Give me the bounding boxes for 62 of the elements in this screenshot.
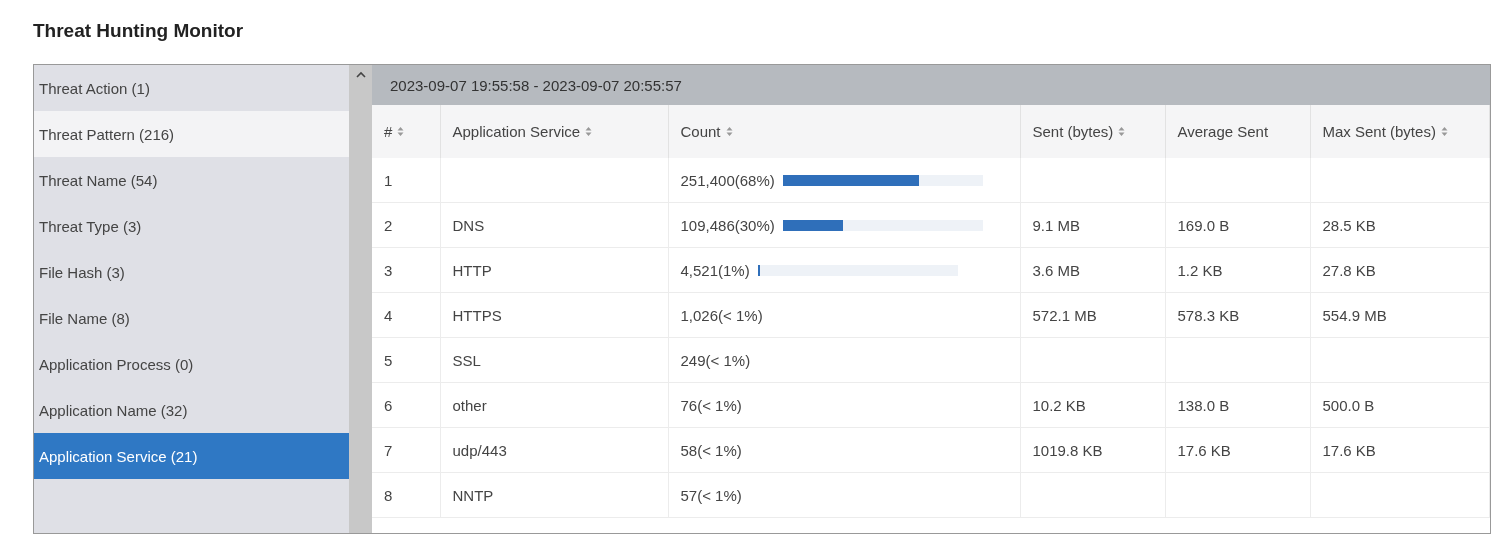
table-cell: 5 (384, 351, 393, 369)
table-cell: 8 (384, 486, 393, 504)
sort-icon[interactable] (585, 126, 593, 137)
sort-icon[interactable] (1440, 126, 1448, 137)
table-cell: udp/443 (452, 441, 507, 459)
column-header[interactable]: Average Sent (1165, 105, 1310, 158)
sidebar-item[interactable]: Threat Pattern (216) (34, 111, 349, 157)
table-cell: 27.8 KB (1322, 261, 1376, 279)
table-cell: DNS (452, 216, 485, 234)
table-cell: other (452, 396, 487, 414)
table-cell: 554.9 MB (1322, 306, 1387, 324)
column-header[interactable]: Sent (bytes) (1020, 105, 1165, 158)
scrollbar[interactable] (349, 65, 372, 533)
table-cell: 500.0 B (1322, 396, 1375, 414)
sidebar-item[interactable]: Threat Action (1) (34, 65, 349, 111)
table-cell: 138.0 B (1177, 396, 1230, 414)
table-cell: 4 (384, 306, 393, 324)
column-header[interactable]: Count (668, 105, 1020, 158)
table-cell: HTTPS (452, 306, 502, 324)
sidebar-item[interactable]: Threat Name (54) (34, 157, 349, 203)
table-cell: 3 (384, 261, 393, 279)
table-cell: 109,486(30%) (680, 216, 775, 234)
column-header[interactable]: Max Sent (bytes) (1310, 105, 1490, 158)
table-cell: 3.6 MB (1032, 261, 1081, 279)
table-cell: 6 (384, 396, 393, 414)
sidebar-item[interactable]: File Name (8) (34, 295, 349, 341)
table-cell: 17.6 KB (1177, 441, 1231, 459)
table-cell: 572.1 MB (1032, 306, 1097, 324)
sidebar-item[interactable]: File Hash (3) (34, 249, 349, 295)
table-cell: 1.2 KB (1177, 261, 1223, 279)
table-cell: 28.5 KB (1322, 216, 1376, 234)
table-cell: 10.2 KB (1032, 396, 1086, 414)
table-cell: 58(< 1%) (680, 441, 742, 459)
sort-icon[interactable] (725, 126, 733, 137)
table-cell: NNTP (452, 486, 494, 504)
sidebar-item[interactable]: Application Name (32) (34, 387, 349, 433)
table-cell: 251,400(68%) (680, 171, 775, 189)
table-cell: HTTP (452, 261, 492, 279)
sort-icon[interactable] (1118, 126, 1126, 137)
table-cell: 249(< 1%) (680, 351, 751, 369)
page-title: Threat Hunting Monitor (33, 20, 245, 42)
sidebar-item[interactable]: Application Service (21) (34, 433, 349, 479)
table-cell: 4,521(1%) (680, 261, 750, 279)
table-cell: 9.1 MB (1032, 216, 1081, 234)
sort-icon[interactable] (397, 126, 405, 137)
table-cell: 76(< 1%) (680, 396, 742, 414)
table-cell: 2 (384, 216, 393, 234)
column-header[interactable]: # (372, 105, 440, 158)
table-cell: 7 (384, 441, 393, 459)
table-cell: 57(< 1%) (680, 486, 742, 504)
sidebar-item[interactable]: Threat Type (3) (34, 203, 349, 249)
sidebar-item[interactable]: Application Process (0) (34, 341, 349, 387)
table-cell: 17.6 KB (1322, 441, 1376, 459)
table-cell: 1 (384, 171, 393, 189)
table-cell: 1,026(< 1%) (680, 306, 763, 324)
time-range: 2023-09-07 19:55:58 - 2023-09-07 20:55:57 (390, 76, 682, 94)
scroll-up-icon[interactable] (355, 71, 366, 78)
table-cell: SSL (452, 351, 481, 369)
table-cell: 578.3 KB (1177, 306, 1240, 324)
table-cell: 1019.8 KB (1032, 441, 1103, 459)
table-cell: 169.0 B (1177, 216, 1230, 234)
column-header[interactable]: Application Service (440, 105, 668, 158)
